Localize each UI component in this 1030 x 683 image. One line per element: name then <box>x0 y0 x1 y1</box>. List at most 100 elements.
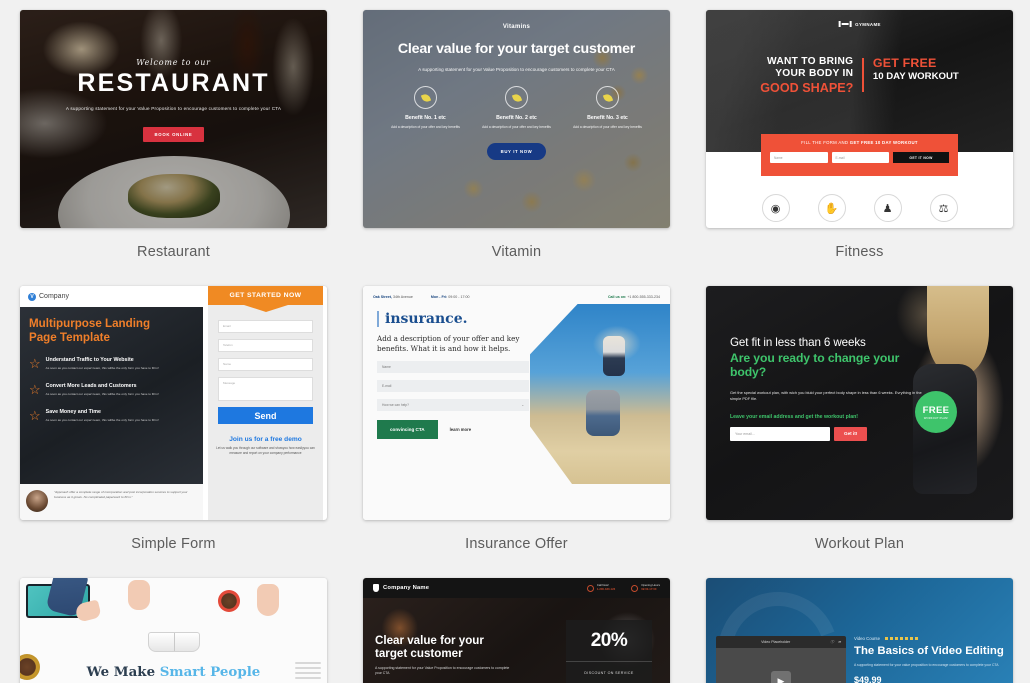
insurance-actions: convincing CTA learn more <box>377 420 526 440</box>
workout-email-input[interactable]: Your email... <box>730 426 830 441</box>
fitness-logo: GYMNAME <box>838 21 881 27</box>
template-card-simple-form[interactable]: V Company Multipurpose Landing Page Temp… <box>20 286 327 520</box>
vitamin-benefit-item: Benefit No. 2 etc Add a description of y… <box>480 86 554 130</box>
insurance-child-shape <box>602 336 625 377</box>
video-course-content: Video Course The Basics of Video Editing… <box>854 636 1005 683</box>
template-thumbnail-video-course: Video Placeholder ⓘ ➦ ▶ Video Course The … <box>706 578 1013 683</box>
simple-form-feature-desc: As soon as you contact our expert team, … <box>45 417 159 422</box>
company-headline-line1: Clear value for your <box>375 634 484 647</box>
kettlebell-icon: ♟ <box>873 194 902 222</box>
vitamin-buy-button[interactable]: BUY IT NOW <box>486 143 547 161</box>
video-player-controls[interactable]: ⓘ ➦ <box>830 640 841 645</box>
leaf-icon-circle <box>505 86 528 110</box>
company-headline: Clear value for your target customer <box>375 634 484 661</box>
company-logo-icon: V <box>28 292 36 301</box>
insurance-name-input[interactable]: Name <box>377 361 529 374</box>
fitness-submit-button[interactable]: GET IT NOW <box>893 152 949 163</box>
insurance-cta-button[interactable]: convincing CTA <box>377 420 438 440</box>
fitness-form-label-bold: GET FREE 10 DAY WORKOUT <box>849 140 918 145</box>
coffee-cup-icon <box>218 590 240 612</box>
insurance-email-input[interactable]: E-mail <box>377 380 529 393</box>
template-card-fitness[interactable]: GYMNAME WANT TO BRING YOUR BODY IN GOOD … <box>706 10 1013 228</box>
fitness-headline-line1: WANT TO BRING <box>766 56 854 67</box>
insurance-hero-image <box>530 304 670 484</box>
insurance-learn-more-link[interactable]: learn more <box>450 427 471 432</box>
workout-paragraph: Get the special workout plan, with wich … <box>730 390 922 402</box>
clock-icon <box>631 584 639 592</box>
vitamin-benefit-item: Benefit No. 3 etc Add a description of y… <box>571 86 645 130</box>
video-course-kicker: Video Course <box>854 636 880 641</box>
simple-form-email-input[interactable]: Email <box>218 320 313 333</box>
video-player[interactable]: Video Placeholder ⓘ ➦ ▶ <box>716 636 846 683</box>
workout-subtitle: Are you ready to change your body? <box>730 351 900 379</box>
simple-form-phone-input[interactable]: Telefon <box>218 339 313 352</box>
fitness-name-input[interactable]: Name <box>770 152 828 163</box>
video-course-paragraph: A supporting statement for your value pr… <box>854 663 999 667</box>
company-call-value: 1-200-330-123 <box>596 587 616 591</box>
simple-form-feature-title: Convert More Leads and Customers <box>45 382 137 389</box>
simple-form-fields: Email Telefon Name Message Send <box>208 312 323 424</box>
fitness-email-input[interactable]: E-mail <box>831 152 889 163</box>
gallery-cell-company-name: Company Name Call Now! 1-200-330-123 Open… <box>363 578 670 683</box>
insurance-help-select[interactable]: How we can help? ⌄ <box>377 399 529 412</box>
template-card-vitamin[interactable]: Vitamins Clear value for your target cus… <box>363 10 670 228</box>
restaurant-hero-content: Welcome to our RESTAURANT A supporting s… <box>20 10 327 228</box>
vitamin-hero-content: Vitamins Clear value for your target cus… <box>363 10 670 228</box>
video-course-kicker-row: Video Course <box>854 636 1005 641</box>
chevron-down-icon: ⌄ <box>521 403 524 408</box>
workout-submit-button[interactable]: Get it! <box>834 426 868 441</box>
dumbbell-icon <box>838 21 852 27</box>
template-card-company-name[interactable]: Company Name Call Now! 1-200-330-123 Open… <box>363 578 670 683</box>
gallery-cell-smart-people: We Make Smart People Join the Best Annua… <box>20 578 327 683</box>
gallery-cell-vitamin: Vitamins Clear value for your target cus… <box>363 10 670 286</box>
workout-content: Get fit in less than 6 weeks Are you rea… <box>730 336 930 441</box>
fitness-headline-line3: GOOD SHAPE? <box>760 80 854 95</box>
simple-form-logo-text: Company <box>39 293 69 300</box>
vitamin-benefit-desc: Add a description of your offer and key … <box>573 125 642 130</box>
open-book-icon <box>147 632 200 652</box>
fitness-divider <box>862 58 864 92</box>
leaf-icon-circle <box>596 86 619 110</box>
template-card-smart-people[interactable]: We Make Smart People Join the Best Annua… <box>20 578 327 683</box>
simple-form-send-button[interactable]: Send <box>218 407 313 424</box>
company-discount-value: 20% <box>590 630 628 651</box>
template-card-restaurant[interactable]: Welcome to our RESTAURANT A supporting s… <box>20 10 327 228</box>
insurance-phone[interactable]: Call us on: +1 800-555-333-234 <box>608 295 660 299</box>
template-caption-insurance-offer: Insurance Offer <box>465 536 568 552</box>
insurance-title: insurance. <box>377 311 526 327</box>
video-placeholder-label: Video Placeholder <box>761 640 791 644</box>
simple-form-feature-text: Convert More Leads and Customers As soon… <box>46 383 159 397</box>
vitamin-subtitle: A supporting statement for your Value Pr… <box>418 67 615 72</box>
insurance-hours-bold: Mon - Fri: <box>430 295 448 299</box>
template-thumbnail-insurance-offer: Oak Street, 34th Avenue Mon - Fri: 09:00… <box>363 286 670 520</box>
insurance-address-bold: Oak Street, <box>373 295 392 299</box>
workout-lead-text: Leave your email address and get the wor… <box>730 413 858 420</box>
template-caption-fitness: Fitness <box>835 244 884 260</box>
company-call-text: Call Now! 1-200-330-123 <box>597 584 615 591</box>
leaf-icon <box>602 92 613 103</box>
play-icon[interactable]: ▶ <box>771 671 791 683</box>
template-card-insurance-offer[interactable]: Oak Street, 34th Avenue Mon - Fri: 09:00… <box>363 286 670 520</box>
template-caption-vitamin: Vitamin <box>491 244 542 260</box>
simple-form-title-line1: Multipurpose Landing <box>29 317 151 330</box>
gallery-cell-fitness: GYMNAME WANT TO BRING YOUR BODY IN GOOD … <box>706 10 1013 286</box>
restaurant-book-online-button[interactable]: BOOK ONLINE <box>143 127 204 142</box>
fitness-headline-line2: YOUR BODY IN <box>775 68 854 80</box>
template-gallery: Welcome to our RESTAURANT A supporting s… <box>0 0 1030 683</box>
template-card-video-course[interactable]: Video Placeholder ⓘ ➦ ▶ Video Course The … <box>706 578 1013 683</box>
info-icon[interactable]: ⓘ <box>830 640 834 645</box>
insurance-page: Oak Street, 34th Avenue Mon - Fri: 09:00… <box>363 286 670 520</box>
template-card-workout-plan[interactable]: FREE WORKOUT PLAN! Get fit in less than … <box>706 286 1013 520</box>
company-logo: Company Name <box>373 584 429 592</box>
insurance-phone-label: Call us on: <box>607 295 627 299</box>
share-icon[interactable]: ➦ <box>838 640 841 645</box>
simple-form-feature: ☆ Save Money and Time As soon as you con… <box>29 409 194 423</box>
video-screen: ▶ <box>716 648 846 683</box>
simple-form-name-input[interactable]: Name <box>218 358 313 371</box>
simple-form-feature: ☆ Understand Traffic to Your Website As … <box>29 357 194 371</box>
dashed-divider-icon <box>884 637 919 640</box>
company-call-block[interactable]: Call Now! 1-200-330-123 <box>586 584 615 592</box>
simple-form-message-input[interactable]: Message <box>218 377 313 401</box>
company-hours-value: 09:00-17:00 <box>641 587 657 591</box>
company-discount-box: 20% DISCOUNT ON SERVICE <box>566 620 652 683</box>
